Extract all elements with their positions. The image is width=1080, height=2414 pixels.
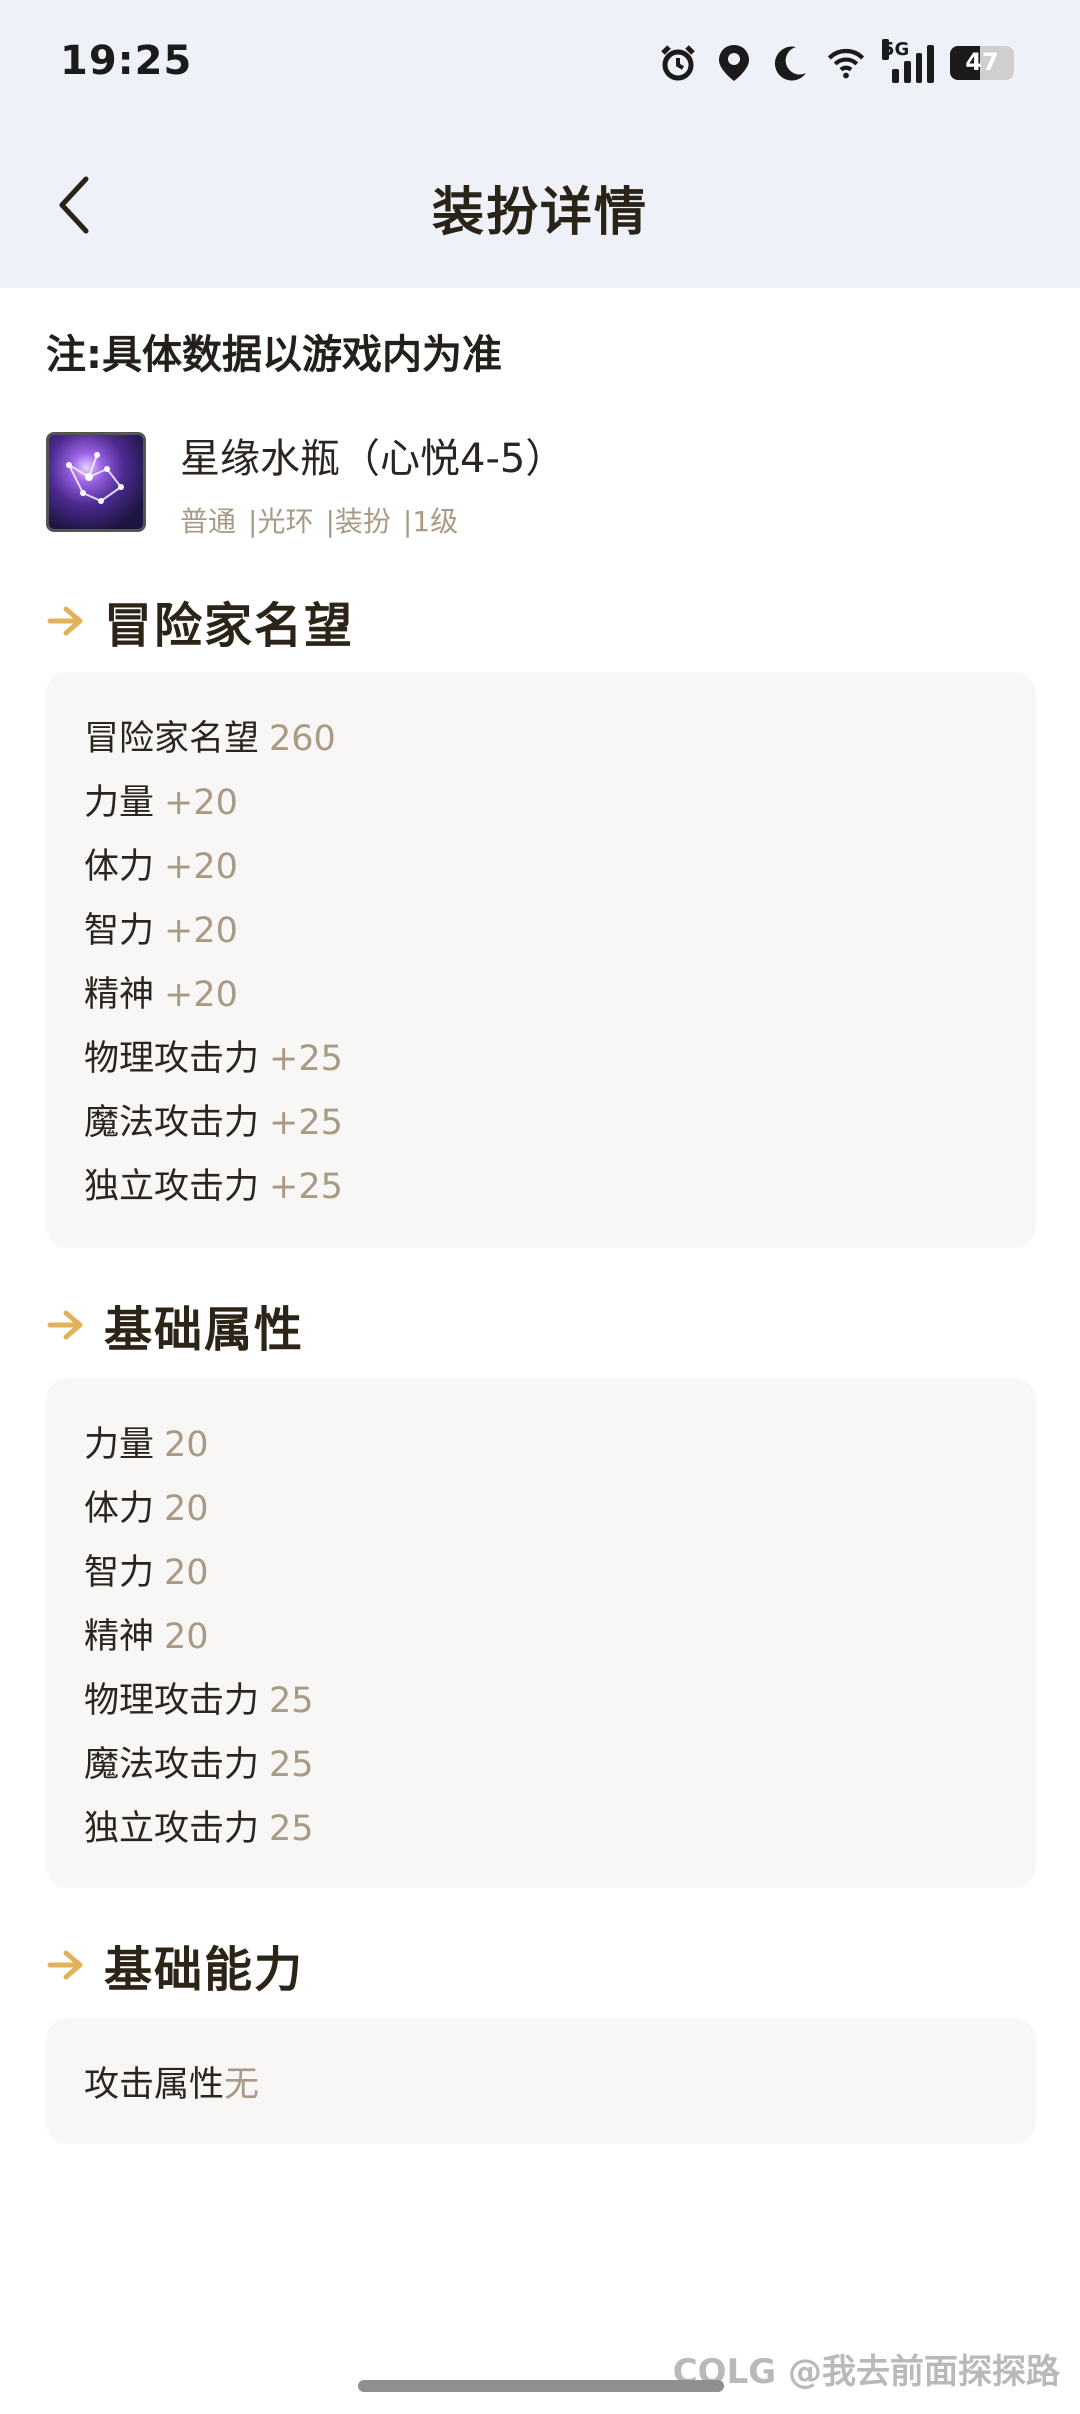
section-header-fame: 冒险家名望	[46, 586, 354, 656]
base-ability-card: 攻击属性无	[46, 2018, 1036, 2144]
network-type: 5G	[882, 39, 910, 60]
stat-label: 体力	[84, 847, 155, 887]
stat-label: 魔法攻击力	[84, 1103, 260, 1143]
stat-row: 智力 20	[84, 1544, 209, 1595]
stat-row: 魔法攻击力 +25	[84, 1094, 343, 1145]
stat-row: 冒险家名望 260	[84, 710, 336, 761]
item-thumbnail	[46, 432, 146, 532]
stat-row: 物理攻击力 25	[84, 1672, 314, 1723]
alarm-icon	[658, 43, 698, 83]
status-icons: 5G 47	[658, 38, 1014, 88]
stat-label: 冒险家名望	[84, 719, 260, 759]
status-time: 19:25	[60, 38, 193, 84]
stat-label: 魔法攻击力	[84, 1745, 260, 1785]
stat-value: 20	[164, 1425, 209, 1465]
battery-icon: 47	[950, 46, 1014, 80]
stat-row: 体力 +20	[84, 838, 238, 889]
data-disclaimer-note: 注:具体数据以游戏内为准	[46, 332, 502, 378]
stat-value: 25	[269, 1681, 314, 1721]
fame-stats-card: 冒险家名望 260 力量 +20 体力 +20 智力 +20 精神 +20 物理攻击力 +2…	[46, 672, 1036, 1248]
base-attributes-card: 力量 20 体力 20 智力 20 精神 20 物理攻击力 25 魔法攻击力 25 独立攻击…	[46, 1378, 1036, 1888]
item-tag-category: |装扮	[325, 505, 391, 538]
stat-label: 体力	[84, 1489, 155, 1529]
stat-row: 精神 20	[84, 1608, 209, 1659]
top-header: 19:25 5G 47 装扮详情	[0, 0, 1080, 288]
arrow-right-icon	[47, 1310, 83, 1340]
stat-value: 无	[224, 2065, 260, 2105]
stat-label: 物理攻击力	[84, 1039, 260, 1079]
constellation-icon	[66, 452, 124, 504]
stat-label: 智力	[84, 1553, 155, 1593]
stat-label: 攻击属性	[84, 2065, 225, 2105]
signal-icon: 5G	[882, 39, 934, 83]
watermark: COLG @我去前面探探路	[672, 2352, 1060, 2392]
stat-value: +20	[164, 975, 238, 1015]
arrow-right-icon	[47, 1950, 83, 1980]
stat-value: +20	[164, 911, 238, 951]
stat-value: 20	[164, 1489, 209, 1529]
stat-row: 魔法攻击力 25	[84, 1736, 314, 1787]
stat-row: 力量 20	[84, 1416, 209, 1467]
stat-row: 智力 +20	[84, 902, 238, 953]
stat-label: 精神	[84, 975, 155, 1015]
stat-value: 260	[269, 719, 336, 759]
item-tags: 普通 |光环 |装扮 |1级	[180, 500, 458, 540]
stat-row: 攻击属性无	[84, 2056, 259, 2107]
wifi-icon	[826, 43, 866, 83]
item-tag-type: |光环	[248, 505, 314, 538]
stat-label: 智力	[84, 911, 155, 951]
arrow-right-icon	[47, 606, 83, 636]
stat-value: +25	[269, 1167, 343, 1207]
section-header-base-ability: 基础能力	[46, 1930, 304, 2000]
stat-value: +20	[164, 847, 238, 887]
stat-label: 力量	[84, 783, 155, 823]
section-title: 基础属性	[104, 1302, 305, 1358]
stat-value: 25	[269, 1809, 314, 1849]
section-title: 基础能力	[104, 1942, 305, 1998]
stat-row: 独立攻击力 +25	[84, 1158, 343, 1209]
stat-value: +25	[269, 1039, 343, 1079]
stat-value: 20	[164, 1617, 209, 1657]
section-title: 冒险家名望	[104, 598, 355, 654]
stat-value: 25	[269, 1745, 314, 1785]
stat-row: 力量 +20	[84, 774, 238, 825]
home-indicator[interactable]	[358, 2380, 724, 2392]
stat-row: 物理攻击力 +25	[84, 1030, 343, 1081]
stat-label: 精神	[84, 1617, 155, 1657]
stat-row: 体力 20	[84, 1480, 209, 1531]
battery-level: 47	[965, 48, 999, 76]
stat-value: +25	[269, 1103, 343, 1143]
item-tag-rarity: 普通	[180, 505, 237, 538]
page-title: 装扮详情	[431, 183, 648, 243]
stat-label: 力量	[84, 1425, 155, 1465]
stat-label: 独立攻击力	[84, 1167, 260, 1207]
section-header-base-attributes: 基础属性	[46, 1290, 304, 1360]
stat-label: 独立攻击力	[84, 1809, 260, 1849]
stat-row: 精神 +20	[84, 966, 238, 1017]
item-name: 星缘水瓶（心悦4-5）	[180, 436, 566, 482]
moon-icon	[770, 43, 810, 83]
location-icon	[714, 43, 754, 83]
stat-value: +20	[164, 783, 238, 823]
stat-row: 独立攻击力 25	[84, 1800, 314, 1851]
stat-value: 20	[164, 1553, 209, 1593]
stat-label: 物理攻击力	[84, 1681, 260, 1721]
item-tag-level: |1级	[402, 505, 459, 538]
